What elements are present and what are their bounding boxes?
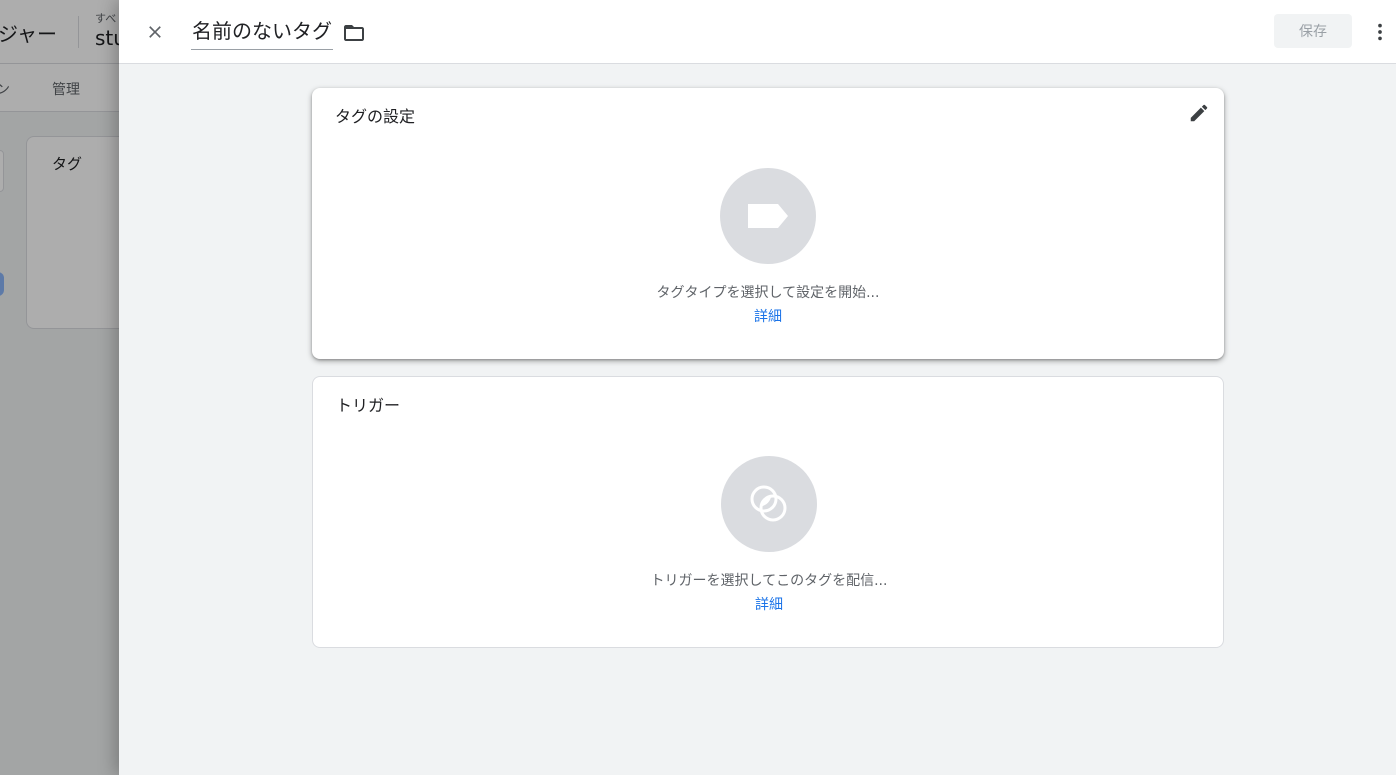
tag-type-hint: タグタイプを選択して設定を開始... <box>656 285 880 301</box>
tag-config-learn-more-link[interactable]: 詳細 <box>312 306 1224 326</box>
trigger-icon <box>750 485 787 522</box>
tag-configuration-title: タグの設定 <box>335 107 416 126</box>
trigger-learn-more-link[interactable]: 詳細 <box>313 594 1225 614</box>
save-button[interactable]: 保存 <box>1274 14 1352 48</box>
tag-name-input[interactable]: 名前のないタグ <box>191 14 333 50</box>
trigger-hint: トリガーを選択してこのタグを配信... <box>650 573 888 589</box>
trigger-placeholder[interactable] <box>721 456 817 552</box>
tag-editor-panel: 名前のないタグ 保存 タグの設定 タグタイプを選択して設定を開始... 詳細 ト… <box>119 0 1396 775</box>
more-options-button[interactable] <box>1369 16 1391 48</box>
folder-button[interactable] <box>341 20 367 46</box>
folder-icon <box>344 25 364 41</box>
tag-icon <box>748 204 788 228</box>
pencil-icon <box>1190 104 1208 122</box>
tag-type-placeholder[interactable] <box>720 168 816 264</box>
more-vert-icon <box>1378 23 1382 41</box>
tag-configuration-card[interactable]: タグの設定 タグタイプを選択して設定を開始... 詳細 <box>312 88 1224 359</box>
close-button[interactable] <box>139 16 171 48</box>
edit-button[interactable] <box>1186 100 1212 126</box>
triggering-card[interactable]: トリガー トリガーを選択してこのタグを配信... 詳細 <box>312 376 1224 648</box>
panel-header: 名前のないタグ 保存 <box>119 0 1396 64</box>
close-icon <box>149 26 161 38</box>
triggering-title: トリガー <box>336 396 401 415</box>
